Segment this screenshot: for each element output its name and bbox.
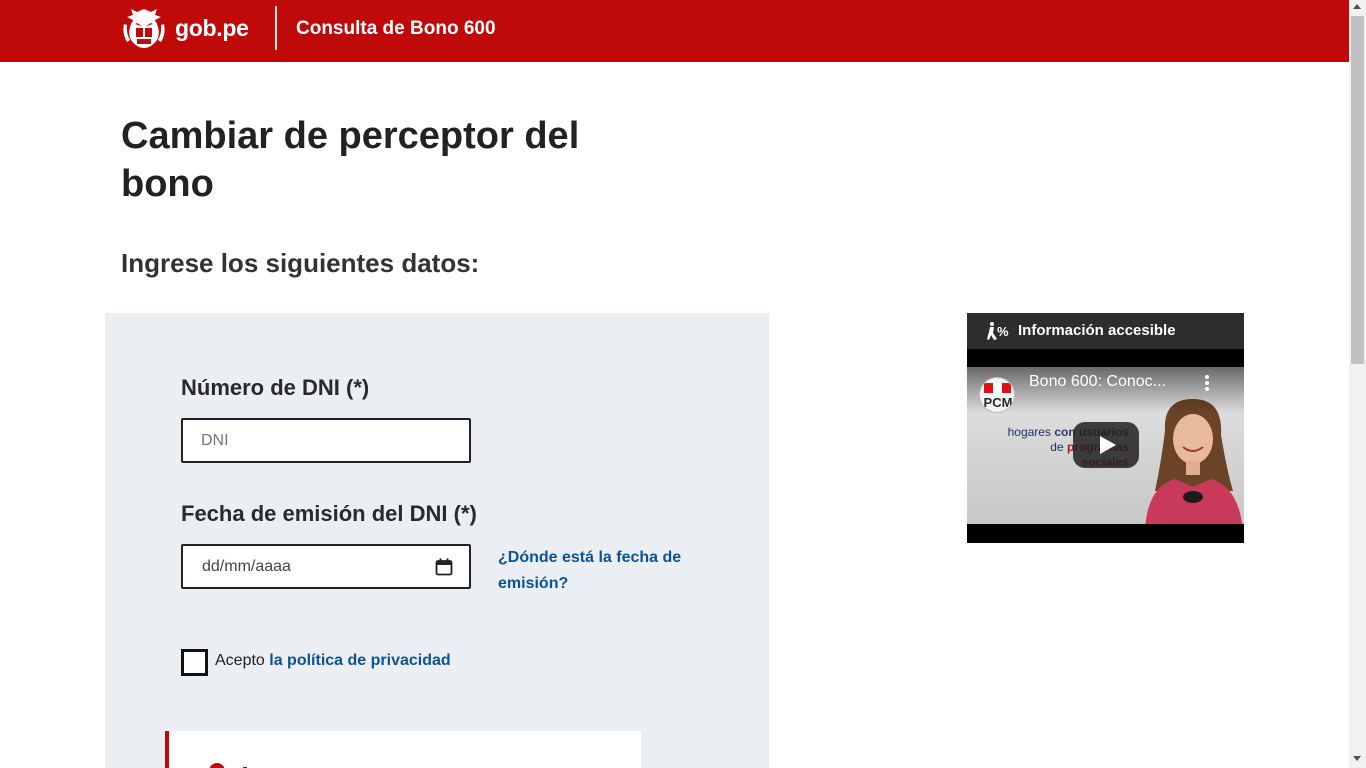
fecha-emision-label: Fecha de emisión del DNI (*) [181, 501, 477, 526]
privacy-policy-link[interactable]: la política de privacidad [269, 652, 450, 669]
pcm-channel-label: PCM [983, 395, 1013, 410]
accept-label: Acepto la política de privacidad [215, 652, 451, 670]
scroll-down-arrow-icon[interactable] [1353, 756, 1361, 761]
privacy-checkbox[interactable] [181, 649, 208, 676]
svg-text:%: % [997, 324, 1009, 339]
page-title: Cambiar de perceptor del bono [121, 115, 580, 205]
date-placeholder: dd/mm/aaaa [202, 558, 291, 575]
play-button[interactable] [1073, 422, 1139, 468]
header-divider [275, 6, 277, 50]
alert-icon [209, 763, 225, 768]
video-title[interactable]: Bono 600: Conoc... [1029, 373, 1166, 391]
calendar-icon[interactable] [435, 558, 453, 576]
form-panel: Número de DNI (*) Fecha de emisión del D… [105, 313, 769, 768]
more-vertical-icon[interactable] [1205, 374, 1211, 392]
form-subtitle: Ingrese los siguientes datos: [121, 248, 480, 278]
fecha-emision-help-link[interactable]: ¿Dónde está la fecha de emisión? [498, 545, 698, 597]
peru-coat-of-arms-icon [123, 9, 165, 48]
accessible-info-icon: % [987, 322, 1009, 340]
video-widget-title: Información accesible [1018, 322, 1176, 339]
brand-link[interactable]: gob.pe [121, 6, 249, 50]
youtube-embed[interactable]: hogares con usuarios de programas social… [967, 367, 1244, 524]
scroll-up-arrow-icon[interactable] [1353, 4, 1361, 9]
video-widget: % Información accesible hogares con usua… [967, 313, 1244, 543]
dni-label: Número de DNI (*) [181, 375, 370, 400]
header-title[interactable]: Consulta de Bono 600 [296, 18, 496, 40]
video-widget-header: % Información accesible [967, 313, 1244, 349]
alert-card [165, 731, 641, 768]
dni-input[interactable] [181, 418, 471, 463]
site-header: gob.pe Consulta de Bono 600 [0, 0, 1349, 62]
brand-name: gob.pe [175, 14, 249, 41]
vertical-scrollbar[interactable] [1349, 0, 1366, 768]
scrollbar-thumb[interactable] [1351, 16, 1364, 364]
accept-text: Acepto [215, 652, 265, 669]
pcm-channel-avatar[interactable]: PCM [979, 377, 1015, 413]
fecha-emision-input[interactable]: dd/mm/aaaa [181, 544, 471, 589]
page: gob.pe Consulta de Bono 600 Cambiar de p… [0, 0, 1366, 768]
play-icon [1100, 436, 1116, 454]
